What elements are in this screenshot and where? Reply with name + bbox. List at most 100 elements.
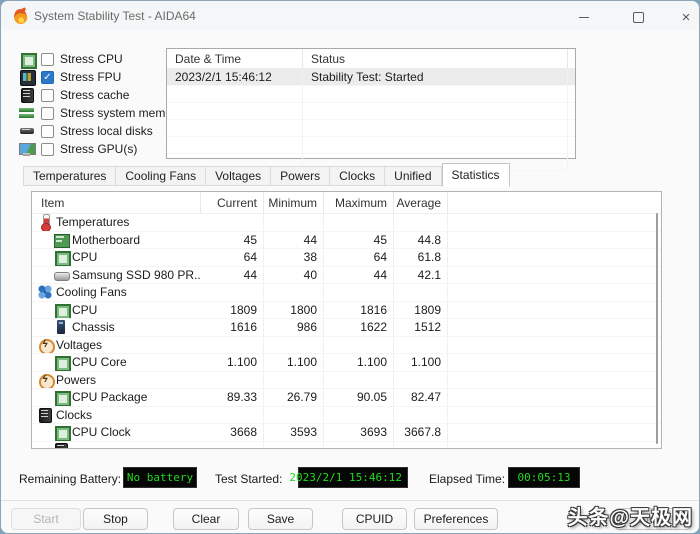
stability-test-window: System Stability Test - AIDA64 × Stress … [0, 0, 700, 534]
log-column-status[interactable]: Status [303, 49, 568, 68]
clear-button[interactable]: Clear [173, 508, 239, 530]
stress-option-memory[interactable]: Stress system memory [19, 104, 164, 122]
maximize-button[interactable] [621, 5, 655, 29]
stats-column-current[interactable]: Current [201, 192, 264, 213]
stats-row-cpu-fan[interactable]: CPU 1809 1800 1816 1809 [32, 302, 661, 320]
test-started-label: Test Started: [215, 472, 282, 486]
stats-scrollbar[interactable] [656, 213, 658, 444]
close-button[interactable]: × [669, 5, 700, 29]
preferences-button[interactable]: Preferences [414, 508, 498, 530]
stress-option-cache[interactable]: Stress cache [19, 86, 164, 104]
stats-row-cpu-package[interactable]: CPU Package 89.33 26.79 90.05 82.47 [32, 389, 661, 407]
start-button: Start [11, 508, 81, 530]
stats-current: 45 [201, 232, 264, 249]
stats-row-chassis-fan[interactable]: Chassis 1616 986 1622 1512 [32, 319, 661, 337]
tab-powers[interactable]: Powers [271, 166, 330, 186]
stress-fpu-checkbox[interactable] [41, 71, 54, 84]
stats-maximum: 3693 [324, 424, 394, 441]
stats-current: 89.33 [201, 389, 264, 406]
stats-group-clocks[interactable]: Clocks [32, 407, 661, 425]
stats-column-item[interactable]: Item [32, 192, 201, 213]
elapsed-time-display: 00:05:13 [508, 467, 580, 488]
log-header-row: Date & Time Status [167, 49, 575, 69]
stop-button[interactable]: Stop [83, 508, 148, 530]
save-button[interactable]: Save [248, 508, 313, 530]
stats-item-label: Samsung SSD 980 PR... [72, 268, 201, 282]
stats-current: 1809 [201, 302, 264, 319]
elapsed-time-label: Elapsed Time: [429, 472, 505, 486]
stats-average: 44.8 [394, 232, 448, 249]
log-row[interactable]: 2023/2/1 15:46:12 Stability Test: Starte… [167, 69, 575, 86]
stress-memory-checkbox[interactable] [41, 107, 54, 120]
stats-header-row: Item Current Minimum Maximum Average [32, 192, 661, 214]
tab-voltages[interactable]: Voltages [206, 166, 271, 186]
stats-item-label: CPU [72, 250, 97, 264]
stress-cache-checkbox[interactable] [41, 89, 54, 102]
stats-item-label: Voltages [56, 338, 102, 352]
stats-item-label: Powers [56, 373, 96, 387]
tab-temperatures[interactable]: Temperatures [23, 166, 116, 186]
chip-icon [53, 424, 69, 440]
stress-cpu-checkbox[interactable] [41, 53, 54, 66]
chip-icon [53, 302, 69, 318]
motherboard-icon [53, 232, 69, 248]
memory-icon [19, 105, 35, 121]
chip-icon [53, 389, 69, 405]
log-empty-row [167, 120, 575, 137]
ssd-icon [53, 267, 69, 283]
stress-disks-checkbox[interactable] [41, 125, 54, 138]
stats-row-motherboard[interactable]: Motherboard 45 44 45 44.8 [32, 232, 661, 250]
stress-fpu-label: Stress FPU [60, 70, 121, 84]
tab-statistics[interactable]: Statistics [442, 163, 510, 187]
stress-disks-label: Stress local disks [60, 124, 153, 138]
titlebar[interactable]: System Stability Test - AIDA64 × [1, 1, 699, 31]
aida64-flame-icon [14, 9, 27, 24]
stats-minimum: 44 [264, 232, 324, 249]
chassis-icon [53, 319, 69, 335]
stats-item-label: Cooling Fans [56, 285, 127, 299]
stats-maximum: 45 [324, 232, 394, 249]
stats-column-average[interactable]: Average [394, 192, 448, 213]
stats-average: 3667.8 [394, 424, 448, 441]
clock-chip-icon [37, 407, 53, 423]
stats-row-cpu-core[interactable]: CPU Core 1.100 1.100 1.100 1.100 [32, 354, 661, 372]
cpuid-button[interactable]: CPUID [342, 508, 407, 530]
stats-average: 82.47 [394, 389, 448, 406]
tab-unified[interactable]: Unified [385, 166, 441, 186]
log-column-stub [568, 49, 575, 68]
stats-group-temperatures[interactable]: Temperatures [32, 214, 661, 232]
log-empty-row [167, 137, 575, 154]
stats-column-maximum[interactable]: Maximum [324, 192, 394, 213]
stats-maximum: 1.100 [324, 354, 394, 371]
stats-group-cooling-fans[interactable]: Cooling Fans [32, 284, 661, 302]
statistics-table: Item Current Minimum Maximum Average Tem… [31, 191, 662, 449]
tab-clocks[interactable]: Clocks [330, 166, 385, 186]
log-column-datetime[interactable]: Date & Time [167, 49, 303, 68]
stress-option-gpu[interactable]: Stress GPU(s) [19, 140, 164, 158]
stats-group-voltages[interactable]: Voltages [32, 337, 661, 355]
minimize-button[interactable] [567, 5, 601, 29]
stats-minimum: 26.79 [264, 389, 324, 406]
stats-column-minimum[interactable]: Minimum [264, 192, 324, 213]
window-title: System Stability Test - AIDA64 [34, 9, 196, 23]
stats-group-powers[interactable]: Powers [32, 372, 661, 390]
stats-average: 1512 [394, 319, 448, 336]
stress-gpu-checkbox[interactable] [41, 143, 54, 156]
stats-item-label: Clocks [56, 408, 92, 422]
stats-maximum: 90.05 [324, 389, 394, 406]
stats-average: 61.8 [394, 249, 448, 266]
stress-option-fpu[interactable]: Stress FPU [19, 68, 164, 86]
stats-minimum: 3593 [264, 424, 324, 441]
tab-cooling-fans[interactable]: Cooling Fans [116, 166, 206, 186]
stress-option-cpu[interactable]: Stress CPU [19, 50, 164, 68]
stress-gpu-label: Stress GPU(s) [60, 142, 137, 156]
stats-row-ssd[interactable]: Samsung SSD 980 PR... 44 40 44 42.1 [32, 267, 661, 285]
stress-option-disks[interactable]: Stress local disks [19, 122, 164, 140]
stress-memory-label: Stress system memory [60, 106, 182, 120]
stats-minimum: 1.100 [264, 354, 324, 371]
stats-row-cpu-clock[interactable]: CPU Clock 3668 3593 3693 3667.8 [32, 424, 661, 442]
stats-item-label: CPU Core [72, 355, 127, 369]
stats-maximum: 44 [324, 267, 394, 284]
stats-row-cpu-temp[interactable]: CPU 64 38 64 61.8 [32, 249, 661, 267]
thermometer-icon [37, 214, 53, 230]
